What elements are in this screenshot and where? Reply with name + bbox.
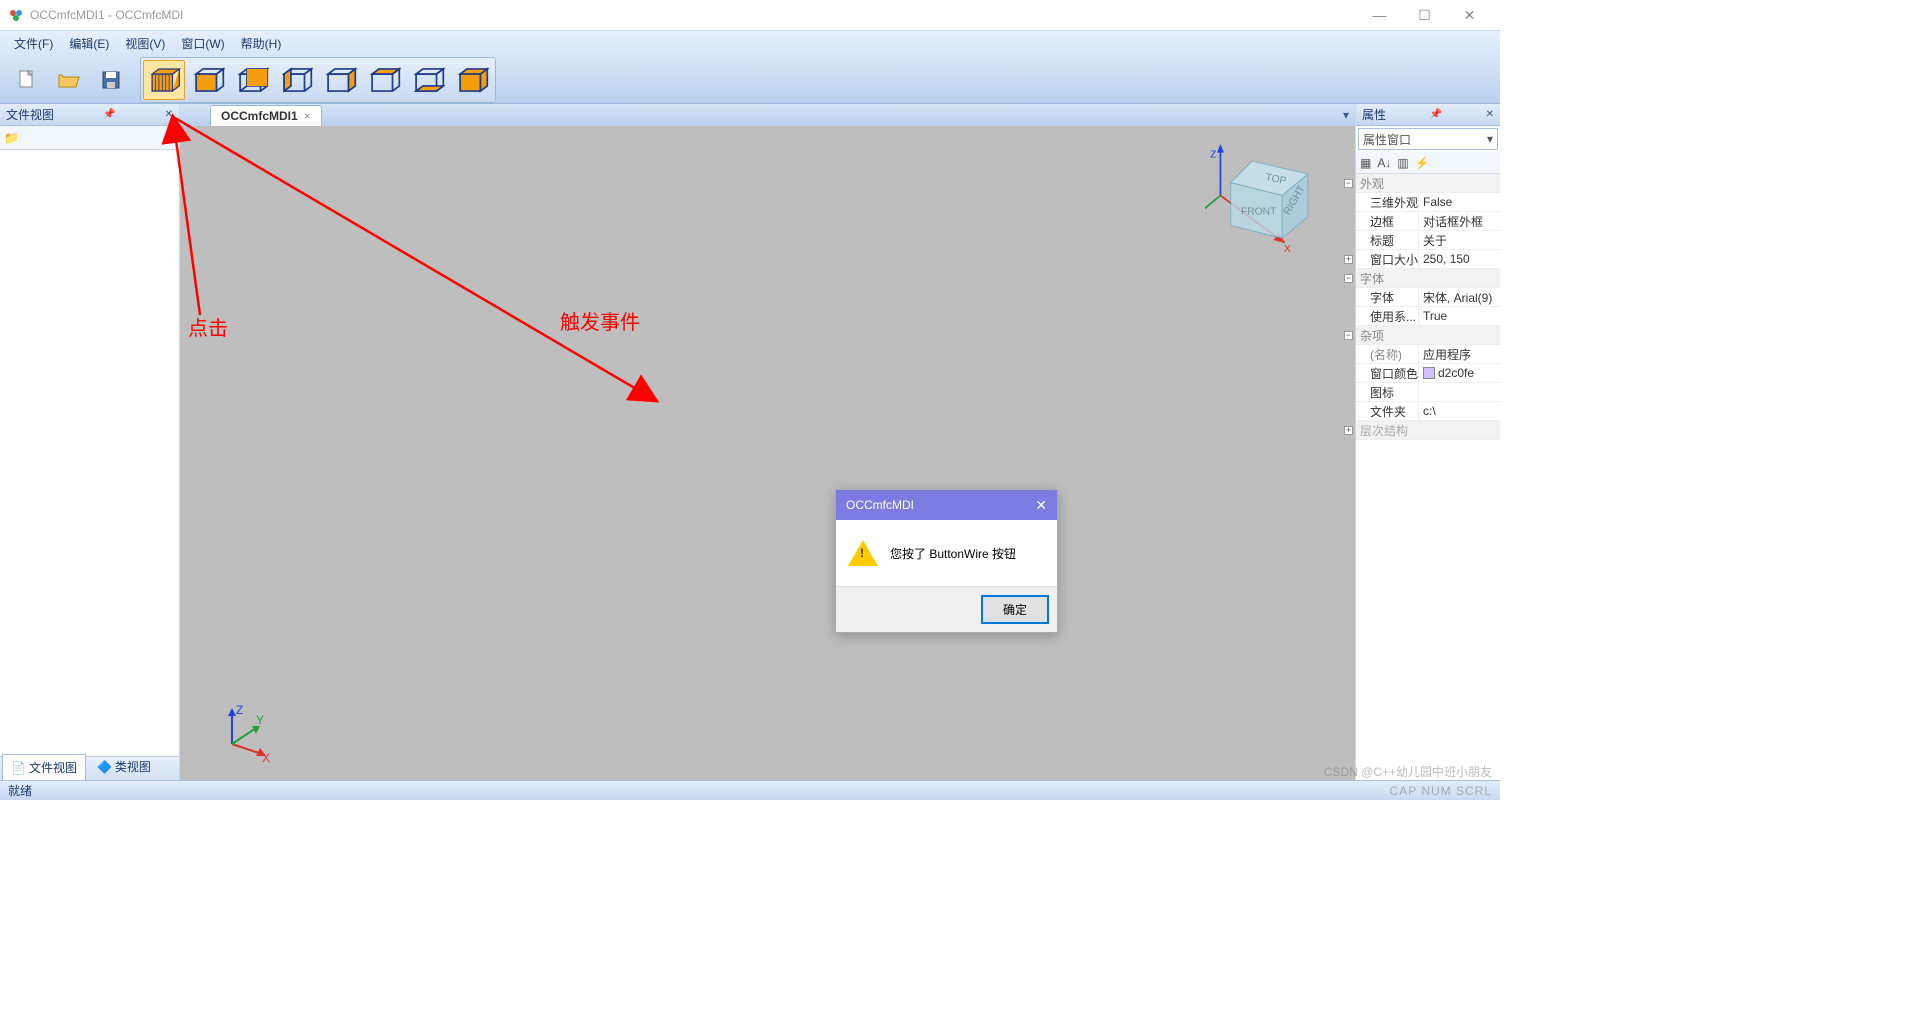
properties-pin-icon[interactable]: 📌 (1430, 109, 1442, 120)
menu-window[interactable]: 窗口(W) (173, 31, 232, 56)
menu-edit[interactable]: 编辑(E) (61, 31, 117, 56)
file-tree[interactable] (0, 150, 179, 756)
open-file-button[interactable] (50, 61, 88, 99)
close-button[interactable]: ✕ (1447, 0, 1492, 30)
annotation-click: 点击 (188, 312, 228, 341)
folder-icon[interactable]: 📁 (4, 131, 19, 145)
window-title: OCCmfcMDI1 - OCCmfcMDI (30, 8, 183, 22)
menu-file[interactable]: 文件(F) (6, 31, 61, 56)
close-tab-icon[interactable]: × (304, 109, 311, 123)
menu-bar: 文件(F) 编辑(E) 视图(V) 窗口(W) 帮助(H) (0, 30, 1500, 56)
tab-class-view[interactable]: 🔷类视图 (88, 753, 160, 780)
lightning-icon[interactable]: ⚡ (1415, 156, 1430, 170)
view-bottom-button[interactable] (407, 60, 449, 100)
categorize-icon[interactable]: ▦ (1360, 156, 1371, 170)
watermark: CSDN @C++幼儿园中班小朋友 (1324, 763, 1492, 780)
view-button-group (140, 57, 496, 103)
file-view-title: 文件视图 (6, 106, 54, 123)
button-wire[interactable] (143, 60, 185, 100)
props-icon[interactable]: ▥ (1397, 156, 1408, 170)
message-box-titlebar[interactable]: OCCmfcMDI ✕ (836, 490, 1057, 520)
status-indicators: CAP NUM SCRL (1390, 784, 1492, 798)
navigation-cube[interactable]: Z X TOP FRONT RIGHT (1205, 144, 1325, 264)
message-box-text: 您按了 ButtonWire 按钮 (890, 545, 1016, 562)
property-grid[interactable]: −外观 三维外观False 边框对话框外框 标题关于 +窗口大小250, 150… (1356, 174, 1500, 780)
expand-icon[interactable]: − (1344, 179, 1353, 188)
doc-tab-active[interactable]: OCCmfcMDI1× (210, 105, 322, 126)
properties-close-icon[interactable]: ✕ (1486, 109, 1494, 120)
file-view-toolbar: 📁 (0, 126, 179, 150)
expand-icon[interactable]: − (1344, 331, 1353, 340)
status-ready: 就绪 (8, 782, 32, 799)
view-right-button[interactable] (319, 60, 361, 100)
svg-text:Y: Y (256, 713, 264, 727)
new-file-button[interactable] (8, 61, 46, 99)
close-panel-icon[interactable]: ✕ (165, 109, 173, 120)
properties-panel: 属性 📌 ✕ 属性窗口▾ ▦ A↓ ▥ ⚡ −外观 三维外观False 边框对话… (1355, 104, 1500, 780)
view-front-button[interactable] (187, 60, 229, 100)
svg-text:X: X (262, 751, 270, 764)
pin-icon[interactable]: 📌 (103, 109, 115, 120)
annotation-trigger: 触发事件 (560, 306, 640, 335)
file-view-header: 文件视图 📌 ✕ (0, 104, 179, 126)
title-bar: OCCmfcMDI1 - OCCmfcMDI ― ☐ ✕ (0, 0, 1500, 30)
view-back-button[interactable] (231, 60, 273, 100)
view-iso-button[interactable] (451, 60, 493, 100)
status-bar: 就绪 CAP NUM SCRL (0, 780, 1500, 800)
svg-text:Z: Z (236, 704, 243, 717)
tab-dropdown-icon[interactable]: ▾ (1343, 108, 1349, 122)
toolbar (0, 56, 1500, 104)
viewport-3d[interactable]: Z X TOP FRONT RIGHT Z X Y (180, 126, 1355, 780)
expand-icon[interactable]: + (1344, 426, 1353, 435)
class-view-tab-icon: 🔷 (97, 760, 112, 774)
save-file-button[interactable] (92, 61, 130, 99)
menu-help[interactable]: 帮助(H) (233, 31, 290, 56)
center-area: OCCmfcMDI1× ▾ Z X TOP FRONT RIGHT (180, 104, 1355, 780)
file-view-panel: 文件视图 📌 ✕ 📁 📄文件视图 🔷类视图 (0, 104, 180, 780)
view-left-button[interactable] (275, 60, 317, 100)
file-view-tab-icon: 📄 (11, 761, 26, 775)
message-box-title: OCCmfcMDI (846, 498, 914, 512)
properties-title: 属性 (1362, 106, 1386, 123)
view-top-button[interactable] (363, 60, 405, 100)
color-swatch (1423, 367, 1435, 379)
mini-axes-icon: Z X Y (212, 704, 272, 764)
document-tabs: OCCmfcMDI1× ▾ (180, 104, 1355, 126)
sort-az-icon[interactable]: A↓ (1377, 156, 1391, 170)
warning-icon (848, 540, 878, 566)
properties-header: 属性 📌 ✕ (1356, 104, 1500, 126)
menu-view[interactable]: 视图(V) (117, 31, 173, 56)
maximize-button[interactable]: ☐ (1402, 0, 1447, 30)
properties-combo[interactable]: 属性窗口▾ (1358, 128, 1498, 150)
message-box-close-icon[interactable]: ✕ (1035, 497, 1047, 514)
expand-icon[interactable]: − (1344, 274, 1353, 283)
ok-button[interactable]: 确定 (981, 595, 1049, 624)
cube-front-label: FRONT (1241, 206, 1277, 217)
axis-z-label: Z (1210, 150, 1216, 161)
chevron-down-icon: ▾ (1487, 132, 1493, 146)
app-icon (8, 7, 24, 23)
message-box: OCCmfcMDI ✕ 您按了 ButtonWire 按钮 确定 (835, 489, 1058, 633)
properties-toolbar: ▦ A↓ ▥ ⚡ (1356, 152, 1500, 174)
axis-x-label: X (1284, 244, 1291, 255)
expand-icon[interactable]: + (1344, 255, 1353, 264)
left-panel-tabs: 📄文件视图 🔷类视图 (0, 756, 179, 780)
tab-file-view[interactable]: 📄文件视图 (2, 754, 86, 780)
minimize-button[interactable]: ― (1357, 0, 1402, 30)
